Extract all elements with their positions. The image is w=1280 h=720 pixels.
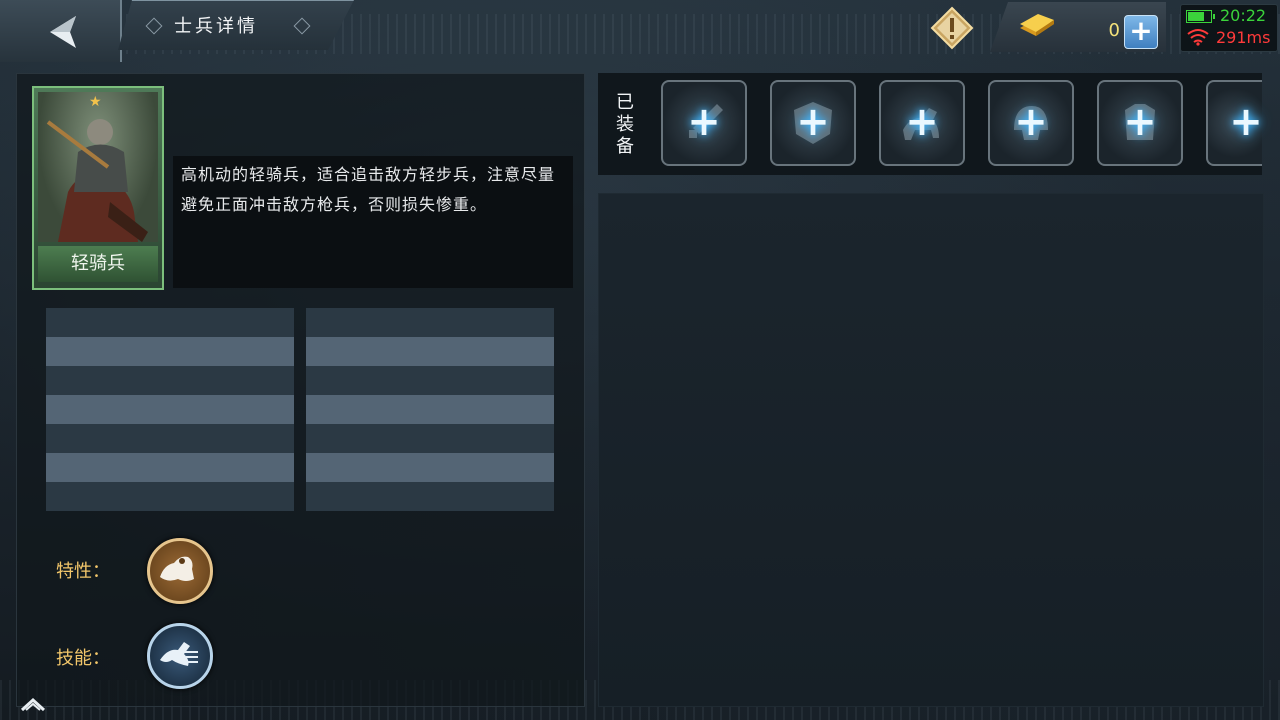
unit-portrait <box>38 92 158 242</box>
alert-icon[interactable] <box>930 6 974 50</box>
equip-slot-shield[interactable]: + <box>770 80 856 166</box>
detail-panel <box>598 193 1264 707</box>
stats-column-right <box>306 308 554 511</box>
back-button[interactable] <box>0 0 122 62</box>
equip-slot-armor[interactable]: + <box>1097 80 1183 166</box>
wifi-icon <box>1187 29 1209 46</box>
skill-button[interactable] <box>147 623 213 689</box>
star-icon: ★ <box>89 94 102 110</box>
unit-name: 轻骑兵 <box>38 246 158 282</box>
chevron-up-icon[interactable] <box>18 694 48 714</box>
clock-time: 20:22 <box>1220 6 1267 25</box>
add-equipment-icon: + <box>1014 99 1048 145</box>
gold-ingot-icon <box>1020 14 1054 36</box>
battery-icon <box>1186 10 1215 23</box>
page-title: 士兵详情 <box>174 16 258 37</box>
equip-slot-weapon[interactable]: + <box>661 80 747 166</box>
network-ping: 291ms <box>1216 28 1271 47</box>
equipped-label: 已装备 <box>616 92 634 157</box>
add-equipment-icon: + <box>1229 99 1263 145</box>
gold-amount: 0 <box>1108 20 1120 41</box>
cavalry-portrait-icon <box>46 119 148 242</box>
equip-slot-helmet[interactable]: + <box>988 80 1074 166</box>
equip-slot-extra[interactable]: + <box>1206 80 1263 166</box>
add-equipment-icon: + <box>796 99 830 145</box>
unit-description: 高机动的轻骑兵，适合追击敌方轻步兵，注意尽量避免正面冲击敌方枪兵，否则损失惨重。 <box>173 156 573 288</box>
add-equipment-icon: + <box>1123 99 1157 145</box>
add-equipment-icon: + <box>905 99 939 145</box>
skill-label: 技能： <box>56 648 110 669</box>
back-arrow-icon <box>50 16 76 48</box>
stats-column-left <box>46 308 294 511</box>
unit-card[interactable]: ★ 轻骑兵 <box>32 86 164 290</box>
equip-slot-horse[interactable]: + <box>879 80 965 166</box>
horse-trait-icon <box>160 556 194 581</box>
charge-skill-icon <box>160 642 198 666</box>
trait-label: 特性： <box>56 561 110 582</box>
add-gold-button[interactable]: + <box>1124 15 1158 49</box>
trait-button[interactable] <box>147 538 213 604</box>
add-equipment-icon: + <box>687 99 721 145</box>
